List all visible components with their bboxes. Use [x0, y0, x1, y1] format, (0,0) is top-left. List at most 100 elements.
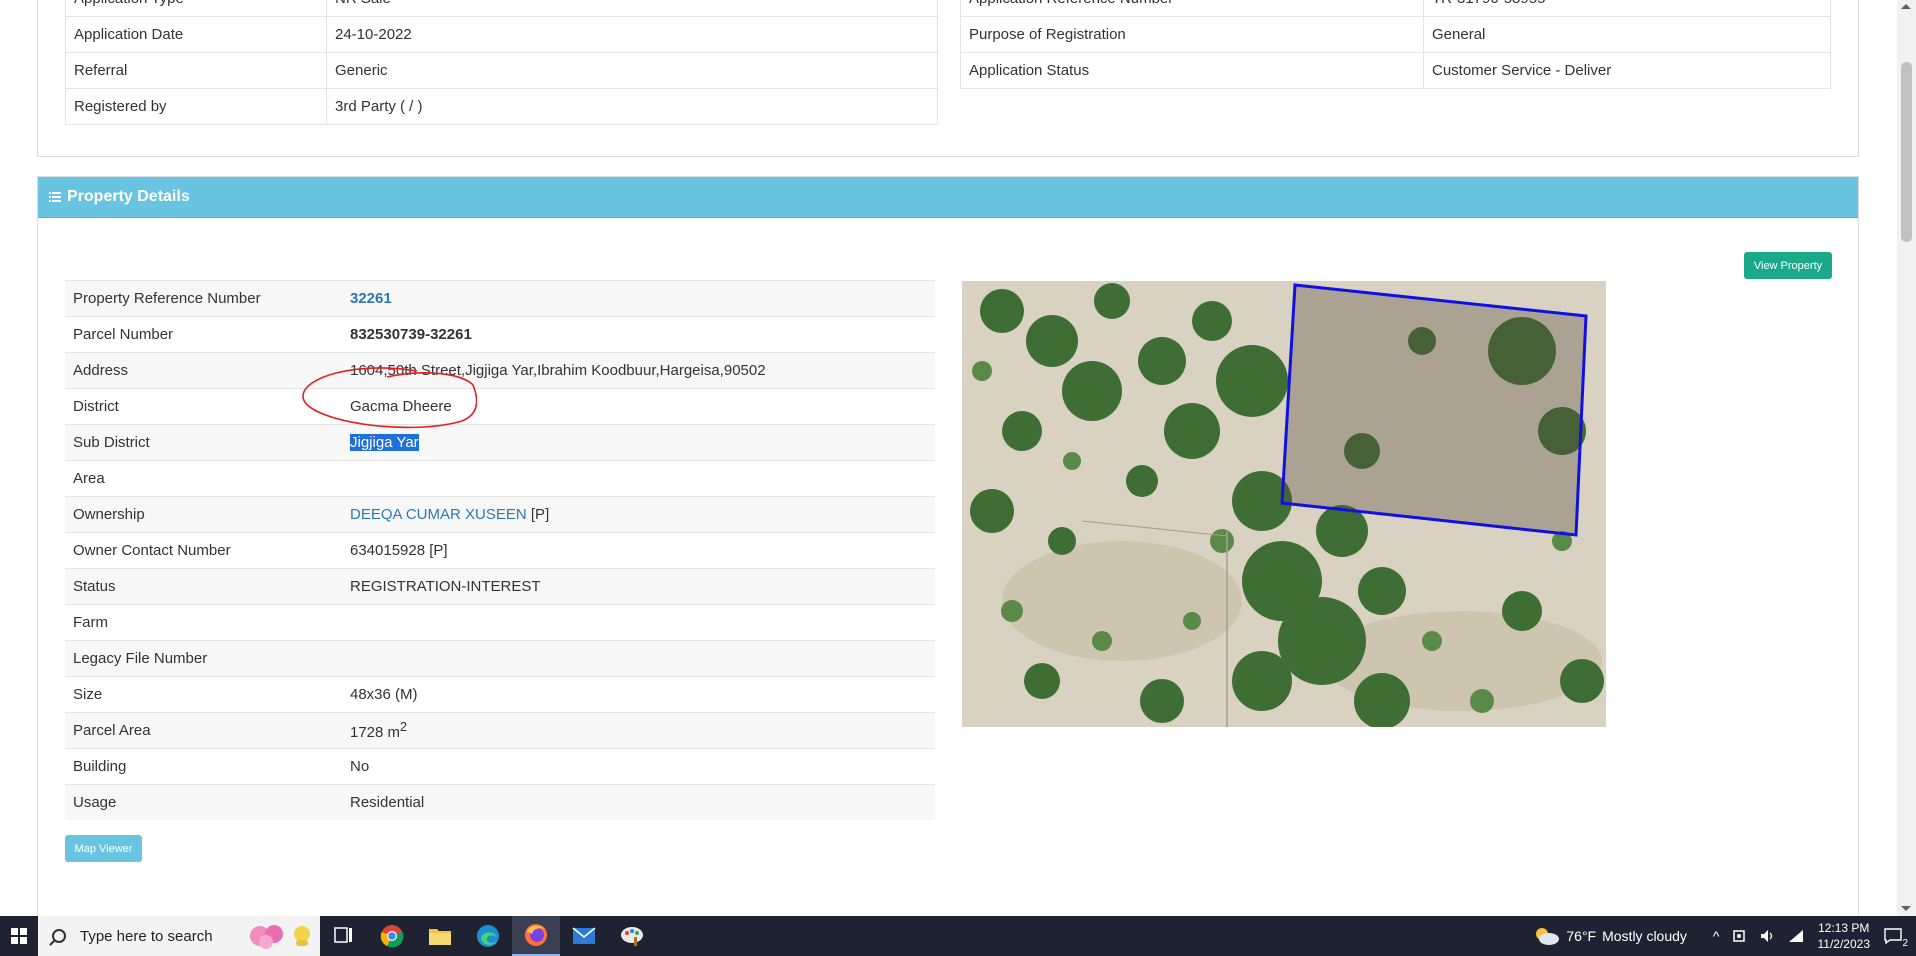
- cloudy-weather-icon: [1536, 928, 1560, 945]
- table-row: Registered by 3rd Party ( / ): [65, 88, 938, 125]
- meet-now-icon[interactable]: [1732, 929, 1748, 943]
- folder-icon: [429, 929, 451, 945]
- windows-logo-icon: [11, 928, 27, 944]
- search-placeholder: Type here to search: [80, 927, 213, 945]
- row-label: Registered by: [65, 88, 327, 125]
- chevron-up-icon[interactable]: ^: [1713, 928, 1720, 944]
- firefox-taskbar-button[interactable]: [512, 916, 560, 956]
- task-view-button[interactable]: [320, 916, 368, 956]
- search-icon: [52, 929, 66, 943]
- table-row: Size 48x36 (M): [65, 676, 935, 713]
- table-row: Area: [65, 460, 935, 497]
- edge-taskbar-button[interactable]: [464, 916, 512, 956]
- paint-icon: [621, 927, 643, 946]
- property-details-title: Property Details: [67, 188, 190, 205]
- row-label: Status: [65, 568, 342, 605]
- application-left-table: Application TypeNR Sale Application Date…: [65, 0, 938, 125]
- clock-time: 12:13 PM: [1818, 921, 1870, 935]
- row-label: Ownership: [65, 496, 342, 533]
- status-value: REGISTRATION-INTEREST: [342, 568, 935, 605]
- clock-date: 11/2/2023: [1817, 937, 1871, 951]
- system-tray: 76°F Mostly cloudy ^ 12:13 PM 11/2/2023 …: [1532, 916, 1916, 956]
- taskbar-clock[interactable]: 12:13 PM 11/2/2023: [1818, 920, 1871, 952]
- start-button[interactable]: [0, 916, 38, 956]
- row-label: Parcel Area: [65, 712, 342, 749]
- property-reference-link[interactable]: 32261: [350, 290, 392, 307]
- owner-link[interactable]: DEEQA CUMAR XUSEEN: [350, 506, 527, 523]
- table-row: Owner Contact Number 634015928 [P]: [65, 532, 935, 569]
- row-value: General: [1423, 16, 1831, 53]
- parcel-area-value: 1728 m: [350, 724, 401, 741]
- row-label: Application Type: [65, 0, 327, 17]
- row-label: Referral: [65, 52, 327, 89]
- page-scrollbar[interactable]: [1897, 0, 1916, 916]
- edge-icon: [477, 925, 499, 947]
- task-view-icon: [334, 927, 352, 943]
- weather-widget[interactable]: 76°F Mostly cloudy: [1532, 926, 1687, 946]
- notification-button[interactable]: 2: [1880, 923, 1908, 949]
- row-label: Area: [65, 460, 342, 497]
- legacy-file-value: [342, 640, 935, 677]
- wifi-icon[interactable]: [1788, 929, 1804, 943]
- table-row: Application Status Customer Service - Del…: [960, 52, 1831, 89]
- table-row: Referral Generic: [65, 52, 938, 89]
- row-label: Application Status: [960, 52, 1424, 89]
- scroll-thumb[interactable]: [1901, 62, 1912, 242]
- application-right-table: Application Reference NumberTR-31790-589…: [960, 0, 1831, 89]
- row-label: Farm: [65, 604, 342, 641]
- notification-count: 2: [1902, 938, 1908, 949]
- table-row: District Gacma Dheere: [65, 388, 935, 425]
- table-row: Address 1604,50th Street,Jigjiga Yar,Ibra…: [65, 352, 935, 389]
- parcel-number: 832530739-32261: [350, 326, 472, 343]
- map-viewer-button[interactable]: Map Viewer: [65, 835, 142, 862]
- file-explorer-button[interactable]: [416, 916, 464, 956]
- paint-taskbar-button[interactable]: [608, 916, 656, 956]
- row-value: 24-10-2022: [326, 16, 938, 53]
- district-value: Gacma Dheere: [342, 388, 935, 425]
- table-row: Usage Residential: [65, 784, 935, 820]
- row-label: Application Date: [65, 16, 327, 53]
- table-row: Ownership DEEQA CUMAR XUSEEN [P]: [65, 496, 935, 533]
- notification-icon: [1884, 928, 1902, 944]
- page: Application TypeNR Sale Application Date…: [0, 0, 1897, 916]
- table-row: Sub District Jigjiga Yar: [65, 424, 935, 461]
- scroll-down-icon[interactable]: [1901, 906, 1911, 911]
- application-details-panel: Application TypeNR Sale Application Date…: [37, 0, 1859, 157]
- volume-icon[interactable]: [1760, 929, 1776, 943]
- owner-contact-value: 634015928 [P]: [342, 532, 935, 569]
- windows-taskbar: Type here to search 76°F Mostly cloudy ^…: [0, 916, 1916, 956]
- row-value: NR Sale: [326, 0, 938, 17]
- table-row: Parcel Area 1728 m2: [65, 712, 935, 749]
- list-icon: [49, 192, 61, 202]
- row-label: Address: [65, 352, 342, 389]
- parcel-aerial-image[interactable]: [962, 281, 1606, 727]
- taskbar-search[interactable]: Type here to search: [38, 916, 320, 956]
- sub-district-selected-text[interactable]: Jigjiga Yar: [350, 434, 419, 451]
- row-value: TR-31790-58955: [1423, 0, 1831, 17]
- table-row: Legacy File Number: [65, 640, 935, 677]
- row-label: Application Reference Number: [960, 0, 1424, 17]
- table-row: Application TypeNR Sale: [65, 0, 938, 17]
- row-label: Purpose of Registration: [960, 16, 1424, 53]
- row-label: Property Reference Number: [65, 280, 342, 317]
- table-row: Building No: [65, 748, 935, 785]
- table-row: Purpose of Registration General: [960, 16, 1831, 53]
- row-label: District: [65, 388, 342, 425]
- scroll-up-icon[interactable]: [1901, 4, 1911, 9]
- table-row: Application Date 24-10-2022: [65, 16, 938, 53]
- firefox-icon: [525, 924, 547, 946]
- property-details-header[interactable]: Property Details: [38, 177, 1858, 218]
- flowers-icon: [250, 925, 310, 949]
- chrome-icon: [380, 925, 404, 948]
- chrome-taskbar-button[interactable]: [368, 916, 416, 956]
- mail-taskbar-button[interactable]: [560, 916, 608, 956]
- row-label: Sub District: [65, 424, 342, 461]
- usage-value: Residential: [342, 784, 935, 820]
- table-row: Status REGISTRATION-INTEREST: [65, 568, 935, 605]
- view-property-button[interactable]: View Property: [1744, 252, 1832, 279]
- farm-value: [342, 604, 935, 641]
- weather-temp: 76°F: [1566, 928, 1597, 944]
- row-label: Usage: [65, 784, 342, 820]
- table-row: Farm: [65, 604, 935, 641]
- property-details-panel: Property Details View Property Property …: [37, 176, 1859, 916]
